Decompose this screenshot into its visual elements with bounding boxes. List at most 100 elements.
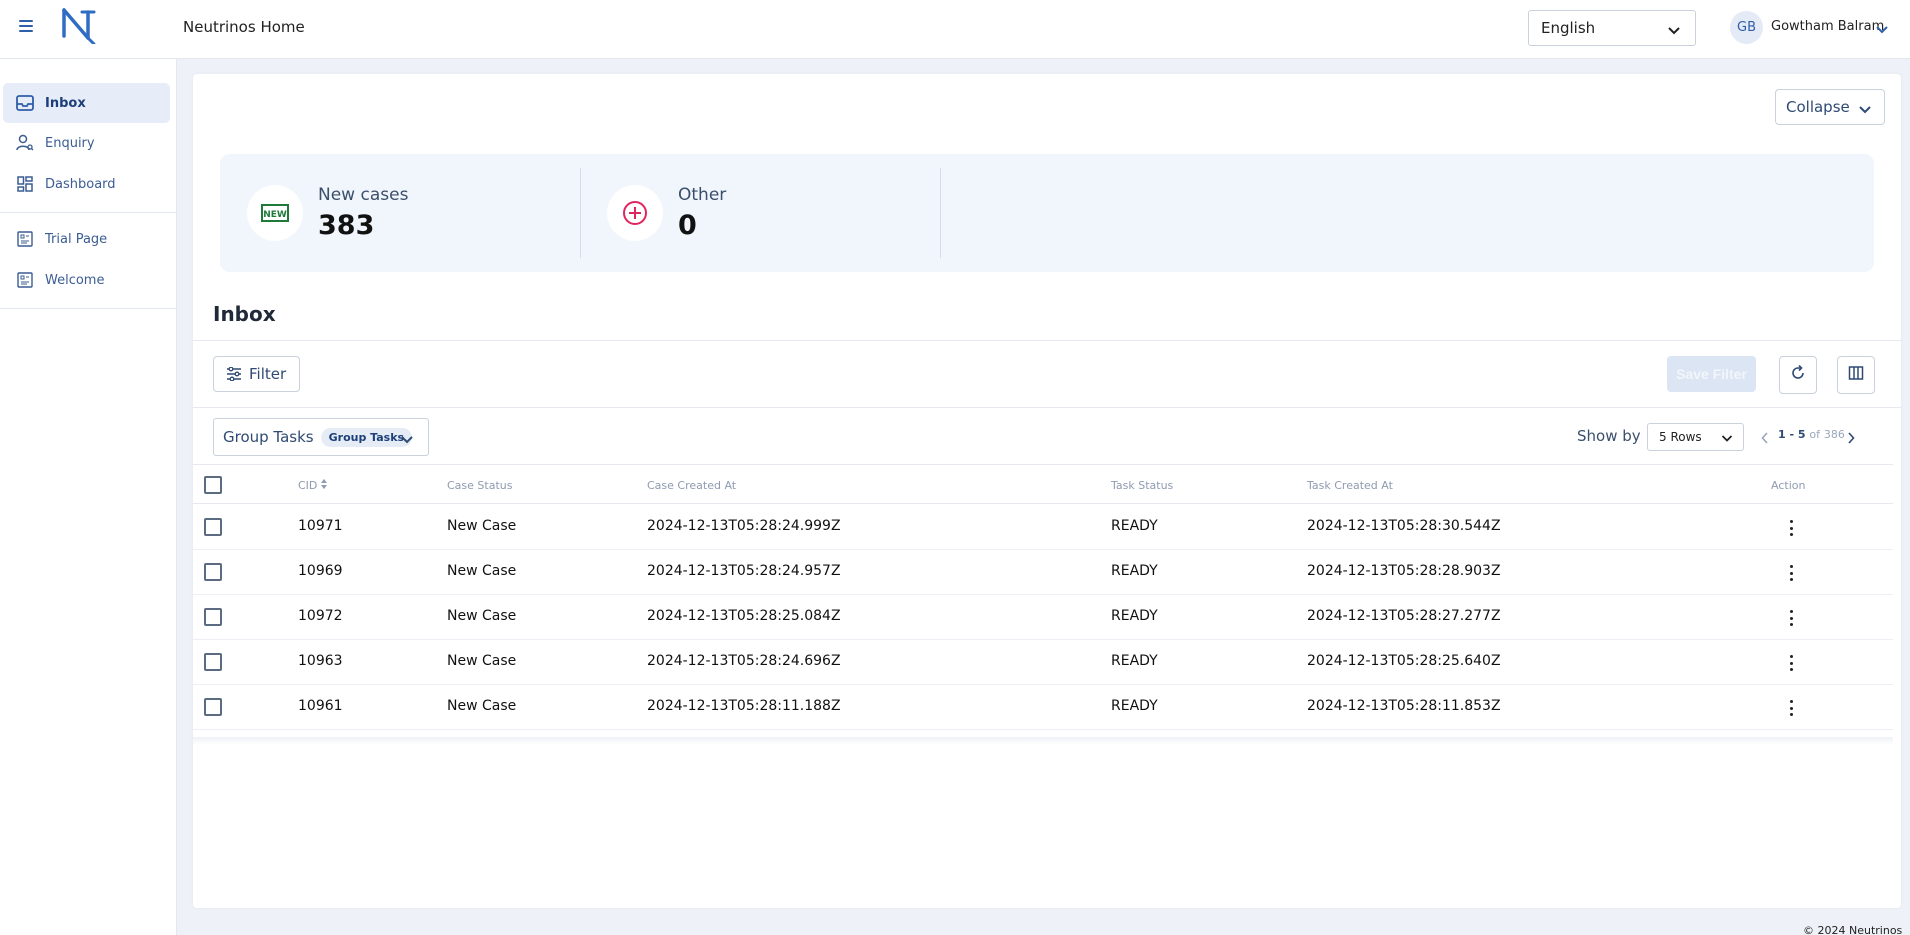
collapse-label: Collapse: [1786, 98, 1850, 116]
row-checkbox[interactable]: [204, 698, 222, 716]
table-row[interactable]: 10971 New Case 2024-12-13T05:28:24.999Z REA…: [193, 505, 1893, 550]
table-bottom-shadow: [193, 737, 1893, 745]
table-header: CID Case Status Case Created At Task Sta…: [193, 464, 1893, 504]
row-checkbox[interactable]: [204, 518, 222, 536]
cell-case-status: New Case: [447, 698, 517, 714]
footer-copyright: © 2024 Neutrinos: [1803, 924, 1903, 935]
cell-case-created-at: 2024-12-13T05:28:11.188Z: [647, 698, 841, 714]
cell-cid: 10971: [298, 518, 343, 534]
chevron-down-icon: [1721, 432, 1733, 446]
section-title: Inbox: [213, 302, 276, 326]
cell-case-status: New Case: [447, 653, 517, 669]
stat-value: 0: [678, 210, 697, 241]
column-header-task-status[interactable]: Task Status: [1111, 479, 1173, 492]
more-vertical-icon[interactable]: [1787, 563, 1795, 583]
cell-case-created-at: 2024-12-13T05:28:25.084Z: [647, 608, 841, 624]
cell-case-status: New Case: [447, 608, 517, 624]
select-all-checkbox[interactable]: [204, 476, 222, 494]
stat-label: Other: [678, 185, 727, 205]
sidebar-item-trial-page[interactable]: Trial Page: [3, 219, 170, 259]
language-select[interactable]: English: [1528, 10, 1696, 46]
column-header-cid[interactable]: CID: [298, 479, 327, 492]
table-row[interactable]: 10969 New Case 2024-12-13T05:28:24.957Z REA…: [193, 550, 1893, 595]
cell-case-created-at: 2024-12-13T05:28:24.999Z: [647, 518, 841, 534]
sidebar-item-label: Dashboard: [45, 176, 116, 192]
cell-task-created-at: 2024-12-13T05:28:27.277Z: [1307, 608, 1501, 624]
cell-task-created-at: 2024-12-13T05:28:11.853Z: [1307, 698, 1501, 714]
inbox-icon: [15, 93, 35, 113]
sidebar-item-inbox[interactable]: Inbox: [3, 83, 170, 123]
group-chip: Group Tasks: [320, 427, 413, 447]
more-vertical-icon[interactable]: [1787, 653, 1795, 673]
columns-button[interactable]: [1837, 356, 1875, 394]
refresh-icon: [1790, 364, 1806, 385]
menu-icon[interactable]: [16, 17, 36, 37]
column-header-task-created-at[interactable]: Task Created At: [1307, 479, 1393, 492]
sidebar-item-enquiry[interactable]: Enquiry: [3, 123, 170, 163]
filter-icon: [226, 367, 242, 381]
column-header-case-status[interactable]: Case Status: [447, 479, 512, 492]
sidebar-item-label: Enquiry: [45, 135, 95, 151]
cell-task-status: READY: [1111, 698, 1158, 714]
cell-task-status: READY: [1111, 608, 1158, 624]
sidebar-item-label: Welcome: [45, 272, 105, 288]
chevron-down-icon: [1858, 101, 1872, 119]
rows-option: 5 Rows: [1659, 430, 1702, 444]
new-badge-text: NEW: [263, 210, 287, 220]
dashboard-icon: [15, 174, 35, 194]
stats-panel: NEW New cases 383 Other 0: [220, 154, 1874, 272]
sidebar-item-dashboard[interactable]: Dashboard: [3, 164, 170, 204]
filter-button[interactable]: Filter: [213, 356, 300, 392]
language-value: English: [1541, 19, 1596, 37]
more-vertical-icon[interactable]: [1787, 698, 1795, 718]
more-vertical-icon[interactable]: [1787, 518, 1795, 538]
divider: [193, 340, 1901, 341]
cell-task-created-at: 2024-12-13T05:28:25.640Z: [1307, 653, 1501, 669]
sidebar-item-welcome[interactable]: Welcome: [3, 260, 170, 300]
cell-cid: 10961: [298, 698, 343, 714]
pager-of: of: [1809, 428, 1820, 441]
chevron-down-icon[interactable]: [1875, 20, 1889, 39]
row-checkbox[interactable]: [204, 563, 222, 581]
neutrinos-logo-icon[interactable]: [58, 6, 100, 46]
cell-case-status: New Case: [447, 518, 517, 534]
table-row[interactable]: 10972 New Case 2024-12-13T05:28:25.084Z REA…: [193, 595, 1893, 640]
columns-icon: [1848, 365, 1864, 385]
group-select-label: Group Tasks: [223, 428, 314, 446]
save-filter-button[interactable]: Save Filter: [1667, 356, 1756, 392]
table-row[interactable]: 10961 New Case 2024-12-13T05:28:11.188Z REA…: [193, 685, 1893, 730]
sidebar-item-label: Trial Page: [45, 231, 108, 247]
chevron-down-icon: [1667, 22, 1681, 40]
cell-task-created-at: 2024-12-13T05:28:30.544Z: [1307, 518, 1501, 534]
column-header-case-created-at[interactable]: Case Created At: [647, 479, 736, 492]
rows-per-page-select[interactable]: 5 Rows: [1647, 423, 1744, 451]
chevron-right-icon[interactable]: [1847, 429, 1855, 448]
column-label: CID: [298, 479, 318, 492]
stat-divider: [940, 168, 941, 258]
row-checkbox[interactable]: [204, 653, 222, 671]
filter-label: Filter: [249, 365, 287, 383]
main-card: Collapse NEW New cases 383 Other 0 Inbox: [193, 74, 1901, 908]
collapse-button[interactable]: Collapse: [1775, 89, 1885, 125]
cell-case-created-at: 2024-12-13T05:28:24.696Z: [647, 653, 841, 669]
group-tasks-select[interactable]: Group Tasks Group Tasks: [213, 418, 429, 456]
user-name[interactable]: Gowtham Balram: [1771, 19, 1884, 34]
chevron-left-icon[interactable]: [1761, 429, 1769, 448]
stat-new-cases[interactable]: NEW New cases 383: [220, 154, 580, 272]
user-search-icon: [15, 133, 35, 153]
pager-total: 386: [1823, 428, 1845, 441]
app-title: Neutrinos Home: [183, 18, 305, 36]
sort-icon[interactable]: [320, 479, 327, 492]
page-icon: [15, 229, 35, 249]
top-bar: Neutrinos Home English GB Gowtham Balram: [0, 0, 1910, 59]
refresh-button[interactable]: [1779, 356, 1817, 394]
more-vertical-icon[interactable]: [1787, 608, 1795, 628]
table-row[interactable]: 10963 New Case 2024-12-13T05:28:24.696Z REA…: [193, 640, 1893, 685]
row-checkbox[interactable]: [204, 608, 222, 626]
stat-value: 383: [318, 210, 375, 241]
stat-other[interactable]: Other 0: [580, 154, 940, 272]
sidebar-item-label: Inbox: [45, 95, 86, 111]
sidebar-divider: [0, 212, 177, 213]
avatar[interactable]: GB: [1730, 11, 1763, 44]
cell-cid: 10972: [298, 608, 343, 624]
